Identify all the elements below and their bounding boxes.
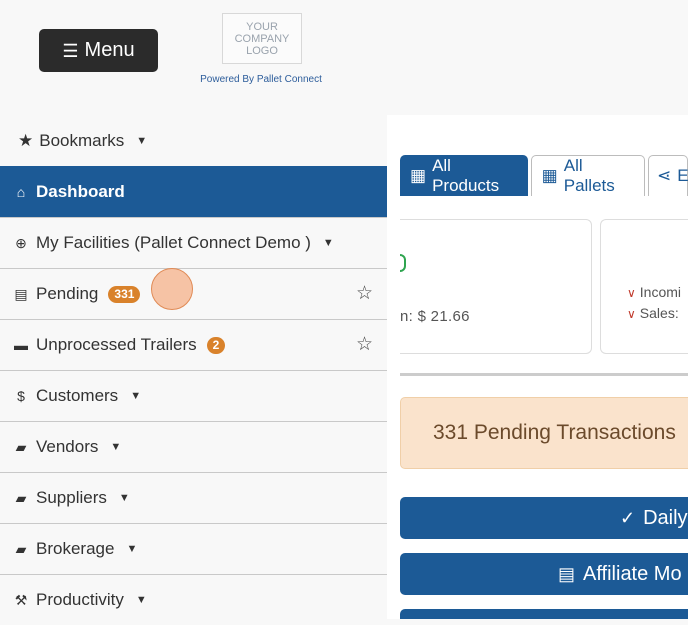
hamburger-icon: ☰ xyxy=(62,40,79,61)
pending-count-badge: 331 xyxy=(108,285,141,303)
list-icon: ▤ xyxy=(558,563,576,584)
sidebar-item-dashboard[interactable]: ⌂ Dashboard xyxy=(0,166,387,217)
sidebar-item-label: Unprocessed Trailers xyxy=(36,335,197,354)
main-content: ▦ All Products ▦ All Pallets ⋖ E n: $ 21… xyxy=(387,115,688,619)
trailers-count-badge: 2 xyxy=(206,336,226,354)
tab-label: E xyxy=(677,166,688,185)
average-value-text: n: $ 21.66 xyxy=(400,308,470,325)
tab-all-products[interactable]: ▦ All Products xyxy=(400,155,528,196)
sidebar-item-productivity[interactable]: ⚒ Productivity ▼ xyxy=(0,574,387,625)
sidebar-item-my-facilities[interactable]: ⊕ My Facilities (Pallet Connect Demo ) ▼ xyxy=(0,217,387,268)
affiliate-button[interactable]: ▤ Affiliate Mo xyxy=(400,553,688,595)
caret-down-icon: ▼ xyxy=(130,390,142,402)
sidebar-item-label: Vendors xyxy=(36,437,99,456)
top-bar: ☰ Menu YOUR COMPANY LOGO Powered By Pall… xyxy=(0,0,688,115)
menu-button[interactable]: ☰ Menu xyxy=(39,29,158,72)
sidebar-item-brokerage[interactable]: ▰ Brokerage ▼ xyxy=(0,523,387,574)
caret-down-icon: ▼ xyxy=(126,543,138,555)
sidebar-item-label: Brokerage xyxy=(36,539,115,558)
pallet-icon: ▦ xyxy=(410,165,427,185)
sidebar-item-unprocessed-trailers[interactable]: ▬ Unprocessed Trailers 2 ☆ xyxy=(0,319,387,370)
pending-transactions-alert[interactable]: 331 Pending Transactions xyxy=(400,397,688,469)
stats-card-secondary: ∨ Incomi ∨ Sales: xyxy=(600,219,688,354)
caret-down-icon: ▼ xyxy=(135,594,147,606)
affiliate-label: Affiliate Mo xyxy=(583,562,682,585)
caret-down-icon: ▼ xyxy=(322,237,334,249)
truck-loading-icon: ▰ xyxy=(15,489,27,506)
check-icon: ✓ xyxy=(620,507,636,528)
tab-label: All Products xyxy=(432,155,500,195)
company-logo[interactable]: YOUR COMPANY LOGO xyxy=(222,13,302,64)
sidebar-item-vendors[interactable]: ▰ Vendors ▼ xyxy=(0,421,387,472)
chevron-down-icon: ∨ xyxy=(627,286,636,300)
daily-label: Daily xyxy=(643,506,688,529)
sidebar-item-customers[interactable]: $ Customers ▼ xyxy=(0,370,387,421)
green-indicator-icon xyxy=(400,254,406,272)
sidebar-item-label: Customers xyxy=(36,386,119,405)
caret-down-icon: ▼ xyxy=(118,492,130,504)
star-icon: ★ xyxy=(18,130,34,150)
sidebar-item-pending[interactable]: ▤ Pending 331 ☆ xyxy=(0,268,387,319)
truck-icon: ▰ xyxy=(15,438,27,455)
bookmark-star-icon[interactable]: ☆ xyxy=(356,282,373,305)
sidebar-item-label: Pending xyxy=(36,284,99,303)
share-icon: ⋖ xyxy=(657,166,672,185)
incoming-label: Incomi xyxy=(639,284,682,300)
truck-moving-icon: ▰ xyxy=(15,540,27,557)
next-button-partial[interactable] xyxy=(400,609,688,619)
chevron-down-icon: ∨ xyxy=(627,307,636,321)
globe-icon: ⊕ xyxy=(15,234,27,251)
section-divider xyxy=(400,373,688,376)
sidebar-item-label: My Facilities (Pallet Connect Demo ) xyxy=(36,233,311,252)
sidebar-item-suppliers[interactable]: ▰ Suppliers ▼ xyxy=(0,472,387,523)
caret-down-icon: ▼ xyxy=(136,134,148,147)
tab-all-pallets[interactable]: ▦ All Pallets xyxy=(530,155,645,196)
click-indicator xyxy=(151,268,193,310)
sales-row[interactable]: ∨ Sales: xyxy=(627,305,679,321)
daily-button[interactable]: ✓ Daily xyxy=(400,497,688,539)
tab-label: All Pallets xyxy=(563,156,615,195)
caret-down-icon: ▼ xyxy=(110,441,122,453)
sales-label: Sales: xyxy=(639,305,679,321)
sidebar: ★ Bookmarks ▼ ⌂ Dashboard ⊕ My Facilitie… xyxy=(0,115,387,625)
incoming-row[interactable]: ∨ Incomi xyxy=(627,284,681,300)
bookmark-star-icon[interactable]: ☆ xyxy=(356,333,373,356)
clipboard-icon: ▤ xyxy=(14,285,28,302)
pallet-icon: ▦ xyxy=(541,166,558,185)
tab-truncated[interactable]: ⋖ E xyxy=(648,155,688,196)
dollar-icon: $ xyxy=(17,388,25,404)
sidebar-item-label: Productivity xyxy=(36,590,124,609)
menu-label: Menu xyxy=(84,39,135,61)
sidebar-item-label: Suppliers xyxy=(36,488,107,507)
bookmarks-label: Bookmarks xyxy=(39,130,125,150)
home-icon: ⌂ xyxy=(16,184,26,200)
powered-by-text: Powered By Pallet Connect xyxy=(200,74,322,85)
trailer-icon: ▬ xyxy=(14,337,28,353)
stats-card: n: $ 21.66 xyxy=(400,219,592,354)
product-tabs: ▦ All Products ▦ All Pallets ⋖ E xyxy=(400,155,688,197)
sidebar-item-label: Dashboard xyxy=(36,182,125,201)
hammer-icon: ⚒ xyxy=(14,591,28,608)
bookmarks-dropdown[interactable]: ★ Bookmarks ▼ xyxy=(0,115,387,166)
